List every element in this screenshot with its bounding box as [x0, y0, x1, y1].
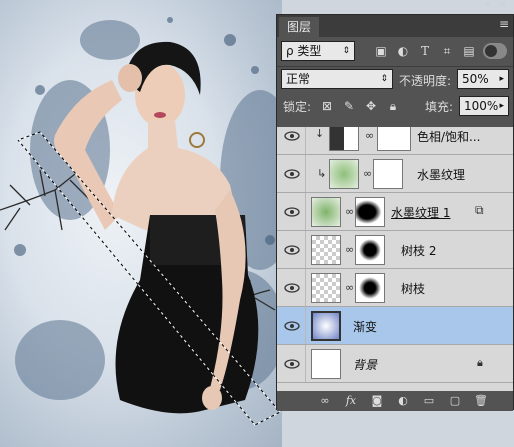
smart-object-icon: ⧉	[475, 203, 484, 217]
lock-icon: 🔒︎	[477, 356, 483, 369]
fill-value: 100%	[464, 99, 499, 113]
lock-transparency-icon[interactable]: ⊠	[319, 98, 335, 114]
layers-panel: 图层 ≡ ρ 类型 ⇕ ▣ ◐ T ⌗ ▤ 正常 ⇕ 不透明度: 50% ▸ 锁…	[276, 14, 514, 411]
layer-row[interactable]: 背景 🔒︎	[277, 345, 513, 383]
layers-list: ↓ ∞ 色相/饱和... ↳ ∞ 水墨纹理 ∞ 水墨纹理 1 ⧉ ∞ 树枝 2 …	[277, 127, 513, 391]
layer-name[interactable]: 树枝 2	[401, 242, 436, 259]
opacity-input[interactable]: 50% ▸	[457, 69, 509, 89]
visibility-eye-icon[interactable]	[283, 129, 301, 143]
layer-name[interactable]: 渐变	[353, 318, 377, 335]
fill-label: 填充:	[425, 100, 454, 114]
clip-arrow-icon: ↓	[315, 127, 325, 140]
blend-mode-value: 正常	[286, 72, 311, 86]
mask-thumbnail[interactable]	[355, 197, 385, 227]
filter-type-label: ρ 类型	[286, 44, 322, 58]
visibility-eye-icon[interactable]	[283, 319, 301, 333]
layer-name[interactable]: 色相/饱和...	[417, 128, 481, 145]
opacity-label: 不透明度:	[399, 74, 452, 88]
new-group-icon[interactable]: ▭	[421, 393, 437, 409]
panel-tabbar: 图层 ≡	[277, 15, 513, 37]
layer-row[interactable]: ↓ ∞ 色相/饱和...	[277, 127, 513, 155]
layer-row[interactable]: ∞ 树枝	[277, 269, 513, 307]
add-mask-icon[interactable]: ◙	[369, 393, 385, 409]
filter-row: ρ 类型 ⇕ ▣ ◐ T ⌗ ▤	[277, 41, 513, 63]
lock-row: 锁定: ⊠ ✎ ✥ 🔒︎ 填充: 100% ▸	[277, 95, 513, 117]
link-chain-icon[interactable]: ∞	[365, 129, 374, 142]
dropdown-arrow-icon[interactable]: ▸	[499, 97, 504, 115]
mask-thumbnail[interactable]	[377, 127, 411, 151]
layers-footer: ∞ fx ◙ ◐ ▭ ▢ 🗑︎	[277, 391, 513, 411]
layer-name[interactable]: 背景	[353, 356, 377, 373]
adjustment-filter-icon[interactable]: ◐	[395, 43, 411, 59]
link-layers-icon[interactable]: ∞	[317, 393, 333, 409]
fx-icon[interactable]: fx	[343, 393, 359, 409]
text-filter-icon[interactable]: T	[417, 43, 433, 59]
fill-input[interactable]: 100% ▸	[459, 96, 509, 116]
layer-row[interactable]: ∞ 树枝 2	[277, 231, 513, 269]
layer-name[interactable]: 水墨纹理 1	[391, 204, 450, 221]
panel-menu-icon[interactable]: ≡	[499, 17, 509, 31]
blend-row: 正常 ⇕ 不透明度: 50% ▸	[277, 69, 513, 91]
layer-row[interactable]: ∞ 水墨纹理 1 ⧉	[277, 193, 513, 231]
artwork	[0, 17, 282, 426]
tab-layers[interactable]: 图层	[279, 17, 320, 37]
mask-thumbnail[interactable]	[373, 159, 403, 189]
layer-thumbnail[interactable]	[311, 273, 341, 303]
collapse-icon[interactable]: »	[485, 0, 491, 10]
layer-row[interactable]: ↳ ∞ 水墨纹理	[277, 155, 513, 193]
layer-name[interactable]: 水墨纹理	[417, 166, 465, 183]
layer-thumbnail[interactable]	[311, 311, 341, 341]
select-arrow-icon: ⇕	[342, 46, 350, 56]
image-filter-icon[interactable]: ▣	[373, 43, 389, 59]
adjustment-layer-icon[interactable]: ◐	[395, 393, 411, 409]
filter-type-select[interactable]: ρ 类型 ⇕	[281, 41, 355, 61]
link-chain-icon[interactable]: ∞	[345, 281, 354, 294]
adjustment-thumbnail[interactable]	[329, 127, 359, 151]
panel-collapse-controls[interactable]: » ×	[485, 0, 514, 14]
shape-filter-icon[interactable]: ⌗	[439, 43, 455, 59]
delete-layer-icon[interactable]: 🗑︎	[473, 393, 489, 409]
lock-position-icon[interactable]: ✥	[363, 98, 379, 114]
blend-mode-select[interactable]: 正常 ⇕	[281, 69, 393, 89]
select-arrow-icon: ⇕	[380, 74, 388, 84]
opacity-value: 50%	[462, 72, 489, 86]
smart-object-filter-icon[interactable]: ▤	[461, 43, 477, 59]
visibility-eye-icon[interactable]	[283, 357, 301, 371]
close-panel-icon[interactable]: ×	[499, 0, 507, 10]
link-chain-icon[interactable]: ∞	[345, 205, 354, 218]
lock-image-icon[interactable]: ✎	[341, 98, 357, 114]
mask-thumbnail[interactable]	[355, 235, 385, 265]
mask-thumbnail[interactable]	[355, 273, 385, 303]
layer-thumbnail[interactable]	[329, 159, 359, 189]
clip-arrow-icon: ↳	[317, 167, 327, 180]
visibility-eye-icon[interactable]	[283, 167, 301, 181]
layer-name[interactable]: 树枝	[401, 280, 425, 297]
dropdown-arrow-icon[interactable]: ▸	[499, 70, 504, 88]
link-chain-icon[interactable]: ∞	[345, 243, 354, 256]
visibility-eye-icon[interactable]	[283, 243, 301, 257]
filter-toggle[interactable]	[483, 43, 507, 59]
lock-all-icon[interactable]: 🔒︎	[385, 98, 401, 114]
new-layer-icon[interactable]: ▢	[447, 393, 463, 409]
visibility-eye-icon[interactable]	[283, 205, 301, 219]
visibility-eye-icon[interactable]	[283, 281, 301, 295]
lock-label: 锁定:	[283, 100, 312, 114]
layer-thumbnail[interactable]	[311, 235, 341, 265]
layer-thumbnail[interactable]	[311, 349, 341, 379]
layer-thumbnail[interactable]	[311, 197, 341, 227]
document-canvas[interactable]	[0, 0, 282, 447]
layer-row-selected[interactable]: 渐变	[277, 307, 513, 345]
link-chain-icon[interactable]: ∞	[363, 167, 372, 180]
